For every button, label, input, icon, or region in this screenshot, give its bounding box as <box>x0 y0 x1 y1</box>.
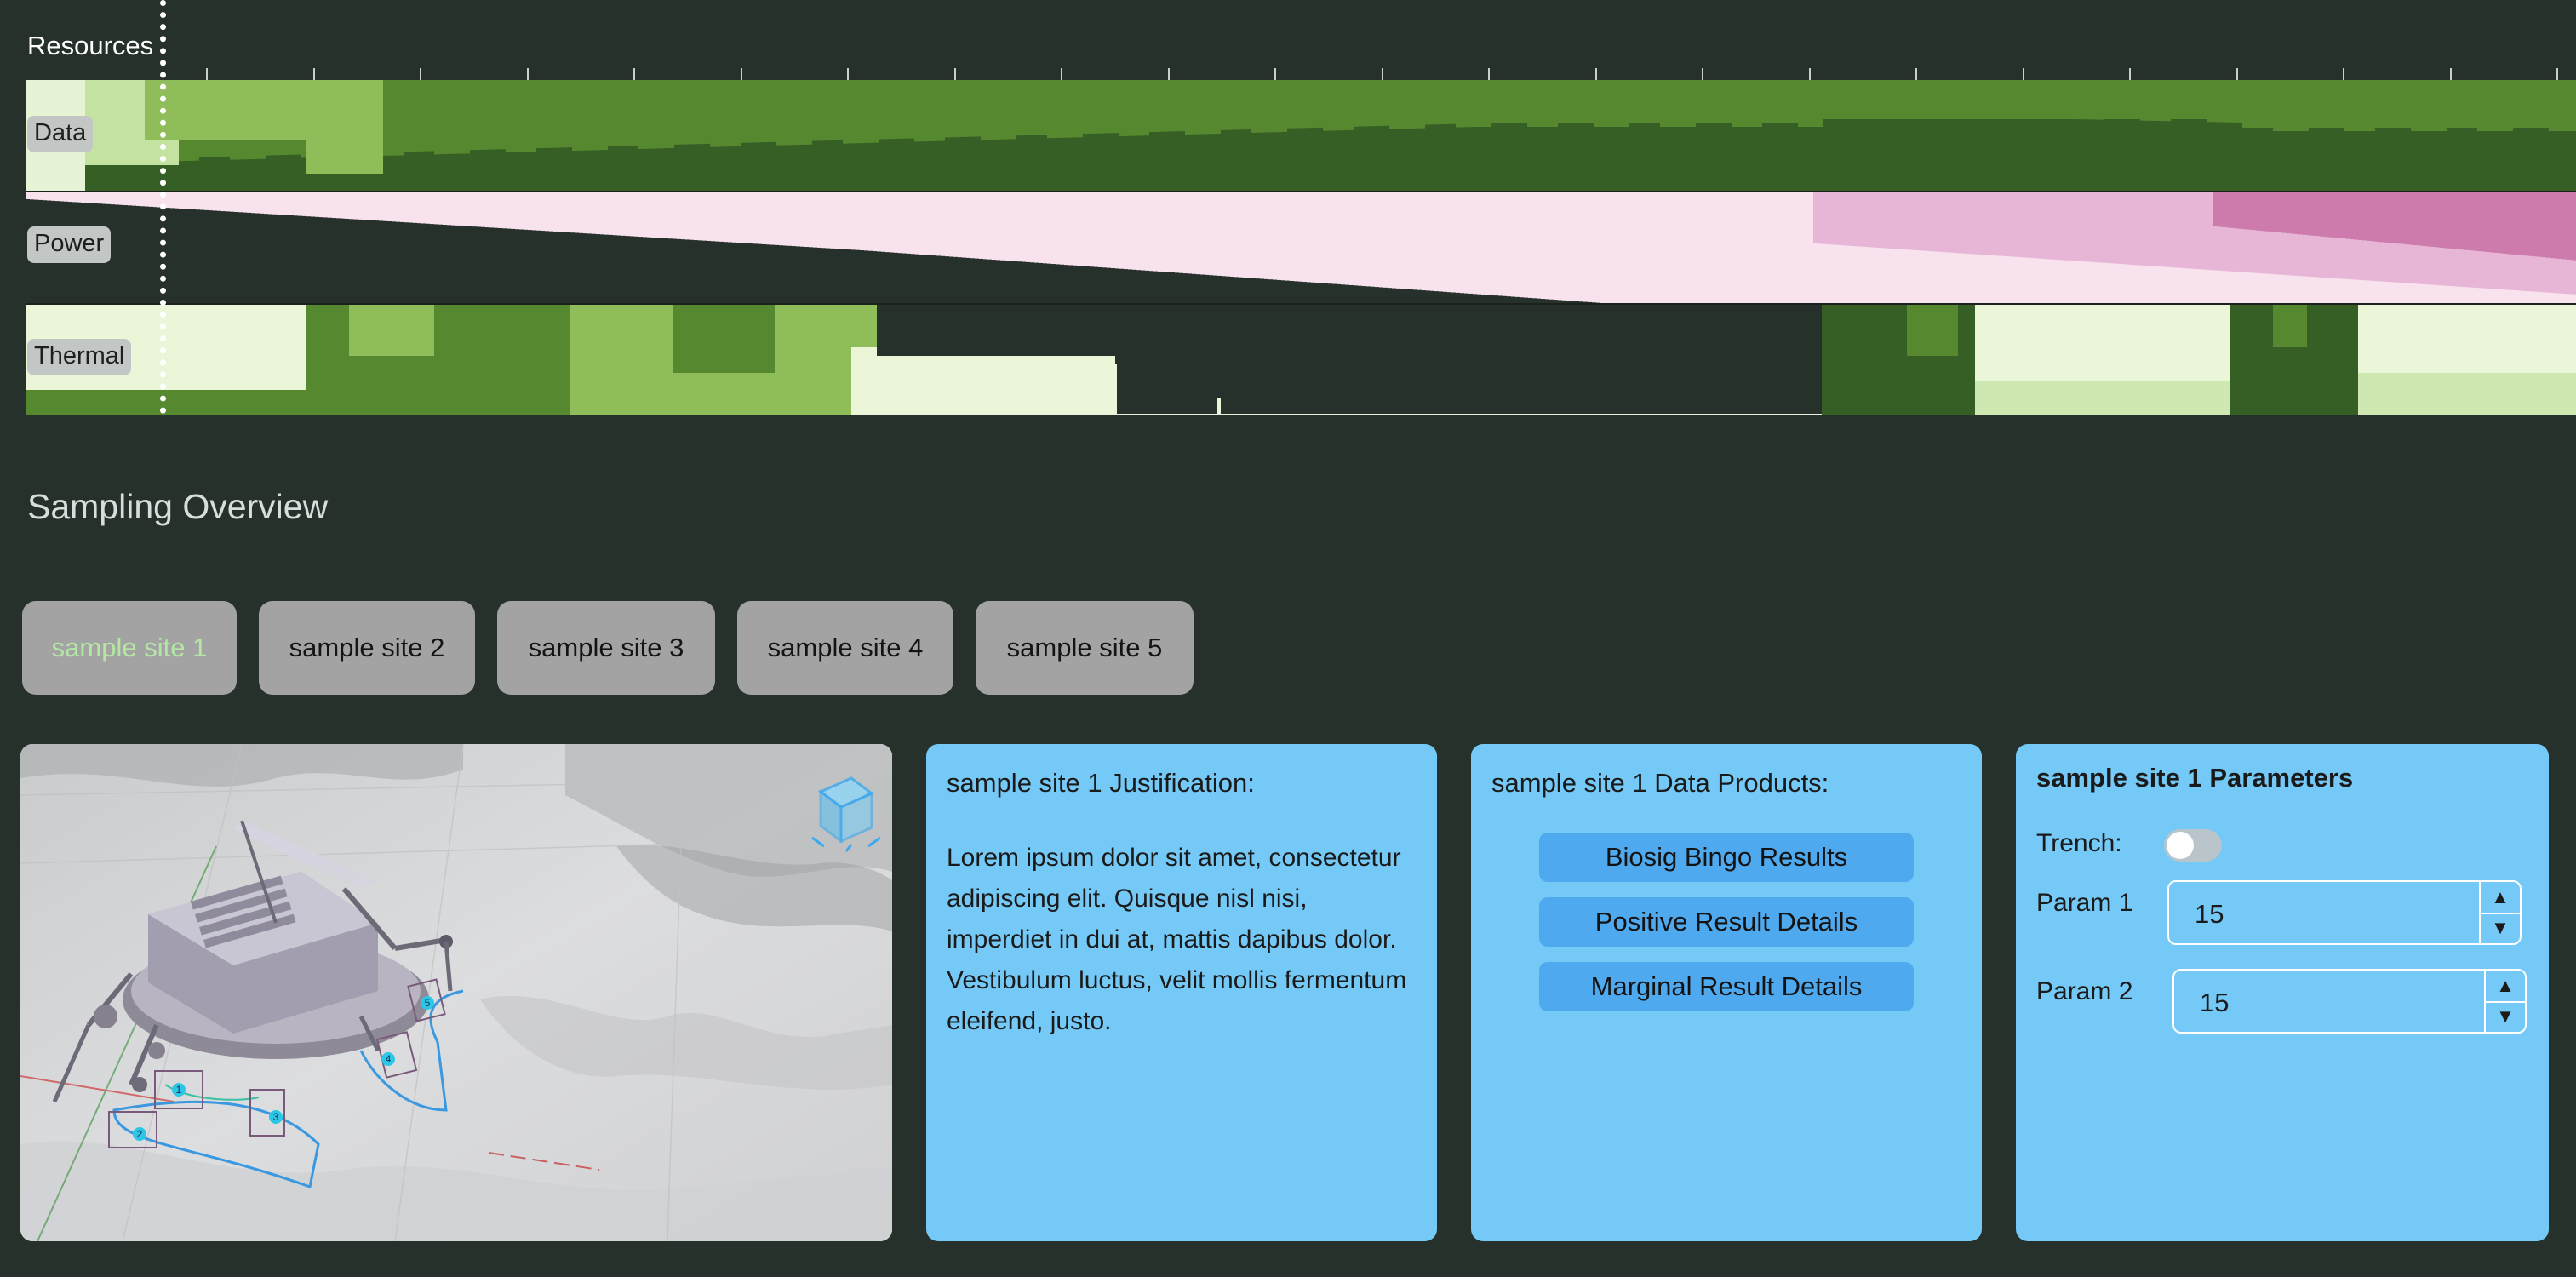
thermal-track-chart <box>26 305 2576 415</box>
param2-value: 15 <box>2200 988 2230 1017</box>
justification-panel: sample site 1 Justification: Lorem ipsum… <box>926 744 1437 1241</box>
lander-3d-viewport[interactable]: 1 2 3 4 5 <box>20 744 892 1241</box>
timeline-tick <box>206 68 208 80</box>
timeline-tick <box>2343 68 2344 80</box>
lander-scene: 1 2 3 4 5 <box>20 744 892 1241</box>
positive-result-details-button[interactable]: Positive Result Details <box>1539 897 1914 947</box>
param1-label: Param 1 <box>2036 889 2133 917</box>
timeline-tick <box>527 68 529 80</box>
thermal-track[interactable] <box>26 305 2576 415</box>
timeline-tick <box>2450 68 2452 80</box>
param1-decrement-button[interactable]: ▼ <box>2481 913 2520 943</box>
trench-label: Trench: <box>2036 829 2122 857</box>
trench-row: Trench: <box>2036 821 2528 880</box>
timeline-tick <box>633 68 635 80</box>
svg-text:3: 3 <box>273 1111 279 1123</box>
arrow-down-icon: ▼ <box>2491 917 2510 938</box>
app-root: Resources Data Power Thermal Sampling Ov… <box>0 0 2576 1277</box>
data-products-list: Biosig Bingo Results Positive Result Det… <box>1491 833 1961 1011</box>
timeline-tick <box>1702 68 1703 80</box>
data-products-heading: sample site 1 Data Products: <box>1491 768 1829 798</box>
parameters-heading: sample site 1 Parameters <box>2036 763 2354 793</box>
timeline-tick <box>1595 68 1597 80</box>
timeline-tick <box>1382 68 1383 80</box>
param2-stepper[interactable]: 15 ▲ ▼ <box>2172 969 2527 1034</box>
arrow-up-icon: ▲ <box>2491 886 2510 908</box>
power-track[interactable] <box>26 192 2576 303</box>
sampling-overview-title: Sampling Overview <box>27 487 329 526</box>
tab-sample-site-4[interactable]: sample site 4 <box>737 601 953 695</box>
param1-increment-button[interactable]: ▲ <box>2481 882 2520 914</box>
timeline-tick <box>1274 68 1276 80</box>
marginal-result-details-button[interactable]: Marginal Result Details <box>1539 962 1914 1011</box>
svg-text:2: 2 <box>137 1128 143 1140</box>
timeline-tick <box>1168 68 1170 80</box>
svg-text:4: 4 <box>386 1053 392 1065</box>
param1-arrows: ▲ ▼ <box>2479 882 2520 943</box>
timeline-tick <box>420 68 421 80</box>
param2-row: Param 2 15 ▲ ▼ <box>2036 969 2528 1045</box>
timeline-tick <box>1488 68 1490 80</box>
timeline-tick <box>1915 68 1917 80</box>
arrow-up-icon: ▲ <box>2496 975 2515 996</box>
param1-value: 15 <box>2195 899 2224 929</box>
param1-row: Param 1 15 ▲ ▼ <box>2036 880 2528 969</box>
power-track-chart <box>26 192 2576 303</box>
timeline-tick <box>2129 68 2131 80</box>
tab-sample-site-2[interactable]: sample site 2 <box>259 601 475 695</box>
thermal-track-label: Thermal <box>27 339 132 375</box>
param2-arrows: ▲ ▼ <box>2484 971 2525 1032</box>
timeline-tick <box>2556 68 2558 80</box>
param2-decrement-button[interactable]: ▼ <box>2486 1001 2525 1032</box>
param2-increment-button[interactable]: ▲ <box>2486 971 2525 1003</box>
param2-label: Param 2 <box>2036 977 2133 1005</box>
justification-text: Lorem ipsum dolor sit amet, consectetur … <box>947 844 1407 1035</box>
data-products-panel: sample site 1 Data Products: Biosig Bing… <box>1471 744 1982 1241</box>
timeline-tick <box>954 68 956 80</box>
timeline-tick <box>1061 68 1062 80</box>
data-track-label: Data <box>27 116 94 152</box>
timeline-tick <box>313 68 315 80</box>
power-track-label: Power <box>27 226 112 263</box>
tab-sample-site-3[interactable]: sample site 3 <box>497 601 715 695</box>
biosig-bingo-results-button[interactable]: Biosig Bingo Results <box>1539 833 1914 882</box>
parameters-panel: sample site 1 Parameters Trench: Param 1… <box>2016 744 2549 1241</box>
justification-heading: sample site 1 Justification: <box>947 768 1255 798</box>
timeline-tick <box>847 68 849 80</box>
toggle-knob <box>2167 832 2194 859</box>
timeline-axis <box>26 68 2576 80</box>
timeline-tick <box>2023 68 2024 80</box>
svg-text:5: 5 <box>425 997 431 1009</box>
data-track-chart <box>26 80 2576 191</box>
timeline-tick <box>1809 68 1811 80</box>
data-track[interactable] <box>26 80 2576 191</box>
arrow-down-icon: ▼ <box>2496 1005 2515 1027</box>
tab-sample-site-1[interactable]: sample site 1 <box>22 601 237 695</box>
timeline-tick <box>2236 68 2238 80</box>
tab-sample-site-5[interactable]: sample site 5 <box>976 601 1194 695</box>
param1-stepper[interactable]: 15 ▲ ▼ <box>2167 880 2522 945</box>
trench-toggle[interactable] <box>2164 829 2222 862</box>
resources-title: Resources <box>27 31 154 60</box>
sample-site-tabs: sample site 1 sample site 2 sample site … <box>22 601 1194 695</box>
svg-text:1: 1 <box>176 1084 182 1096</box>
timeline-tick <box>741 68 742 80</box>
time-cursor-handle[interactable] <box>160 0 166 414</box>
